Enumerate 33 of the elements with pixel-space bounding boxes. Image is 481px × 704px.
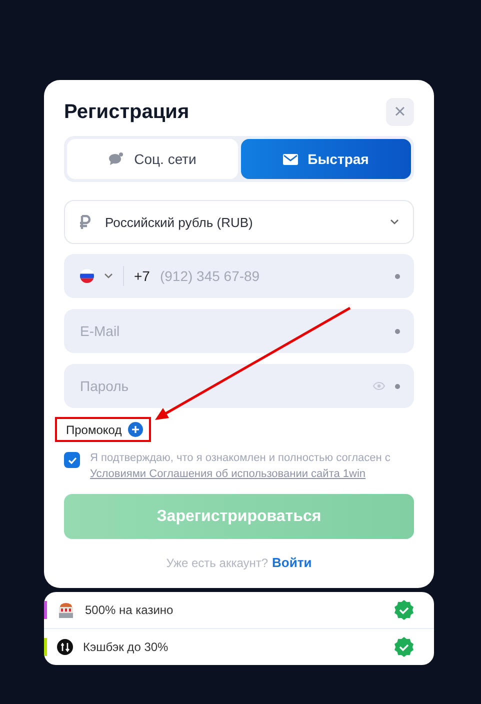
email-field[interactable]: E-Mail [64, 309, 414, 353]
tab[interactable]: Соц. сети [67, 139, 238, 179]
phone-input[interactable]: (912) 345 67-89 [160, 268, 385, 284]
ruble-icon [79, 214, 91, 230]
phone-field[interactable]: +7 (912) 345 67-89 [64, 254, 414, 298]
password-field[interactable]: Пароль [64, 364, 414, 408]
slot-machine-icon [57, 601, 75, 619]
chat-bubble-icon [108, 152, 124, 166]
bonus-label: Кэшбэк до 30% [83, 640, 170, 654]
agreement-text: Я подтверждаю, что я ознакомлен и полностью согласен с Условиями Соглашения об использовании сайта 1win [90, 451, 392, 482]
login-link[interactable]: Войти [272, 555, 312, 570]
dialog-title: Регистрация [64, 100, 190, 124]
dot-icon [395, 384, 400, 388]
plus-icon [128, 422, 143, 437]
country-code: +7 [134, 268, 150, 284]
terms-link[interactable]: Условиями Соглашения об использовании сайта 1win [90, 468, 366, 480]
checkmark-icon [68, 456, 76, 464]
password-input[interactable]: Пароль [80, 378, 363, 394]
chevron-down-icon[interactable] [104, 273, 113, 279]
bonus-label: 500% на казино [85, 603, 174, 617]
promo-code-toggle[interactable]: Промокод [55, 417, 151, 442]
chevron-down-icon [390, 219, 399, 225]
flag-icon [80, 269, 94, 283]
envelope-icon [282, 154, 298, 164]
currency-select[interactable]: Российский рубль (RUB) [64, 200, 414, 244]
email-input[interactable]: E-Mail [80, 323, 385, 339]
coin-icon [57, 639, 73, 655]
dot-icon [395, 274, 400, 278]
dot-icon [395, 328, 400, 334]
tab[interactable]: Быстрая [240, 139, 411, 179]
login-prompt: Уже есть аккаунт? [166, 556, 268, 570]
agreement-checkbox[interactable] [64, 452, 80, 468]
currency-value: Российский рубль (RUB) [105, 214, 254, 230]
